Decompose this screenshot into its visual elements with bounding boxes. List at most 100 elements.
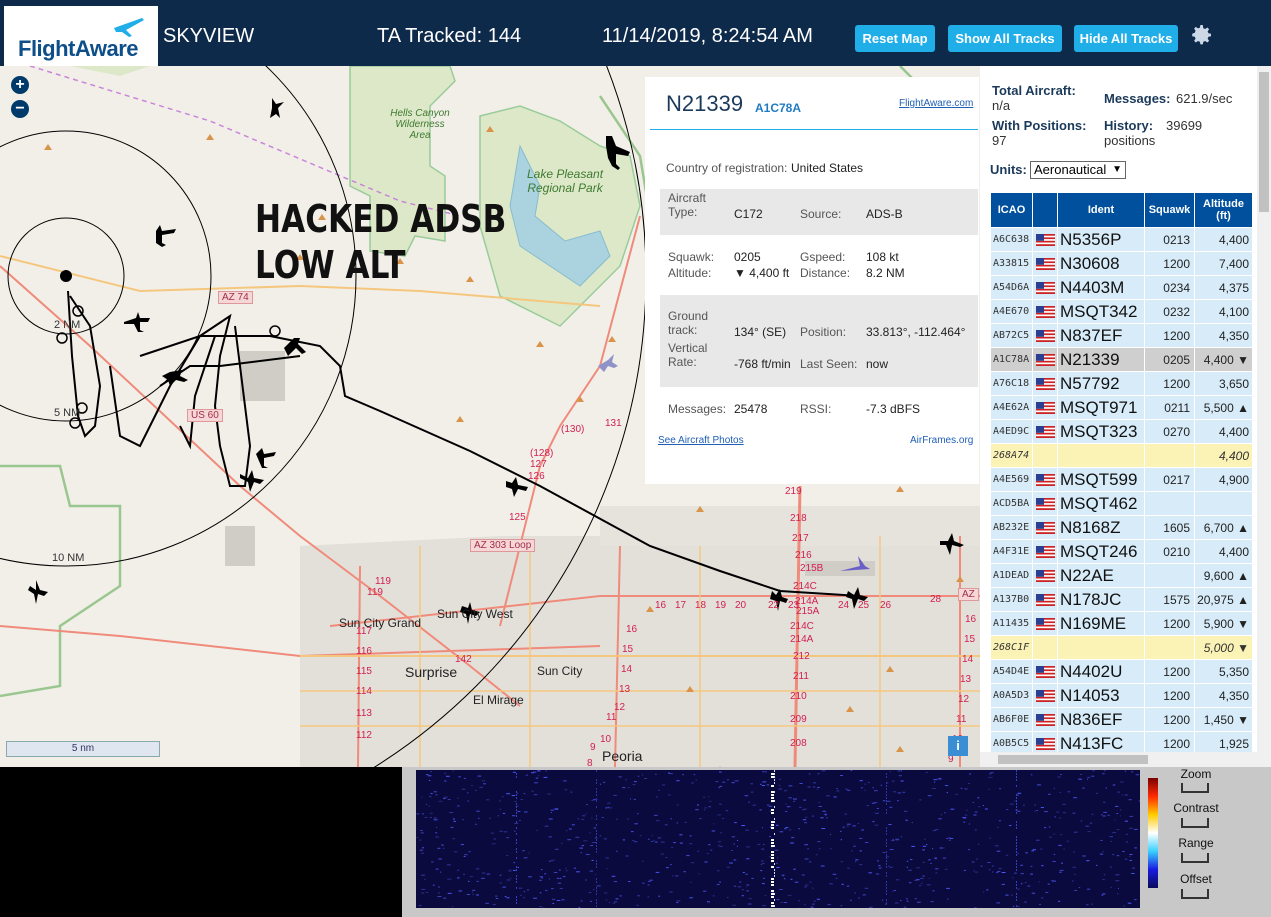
column-header-altitude[interactable]: Altitude (ft) (1194, 192, 1253, 228)
cell-altitude: 7,400 (1194, 251, 1253, 276)
info-icon[interactable]: i (948, 736, 968, 756)
aircraft-photos-link[interactable]: See Aircraft Photos (658, 435, 744, 446)
table-row[interactable]: ACD5BA MSQT462 (990, 491, 1253, 516)
airframes-link[interactable]: AirFrames.org (910, 435, 973, 446)
table-row[interactable]: A137B0 N178JC 1575 20,975 ▲ (990, 587, 1253, 612)
road-number: 211 (793, 671, 809, 682)
cell-altitude: 5,500 ▲ (1194, 395, 1253, 420)
cell-ident: N57792 (1057, 371, 1145, 396)
show-all-tracks-button[interactable]: Show All Tracks (948, 25, 1062, 52)
cell-ident: N14053 (1057, 683, 1145, 708)
table-row[interactable]: AB232E N8168Z 1605 6,700 ▲ (990, 515, 1253, 540)
cell-flag (1032, 251, 1058, 276)
cell-ident (1057, 635, 1145, 660)
cell-flag (1032, 563, 1058, 588)
place-lake-pleasant: Lake Pleasant Regional Park (526, 167, 604, 195)
place-sun-city-grand: Sun City Grand (339, 616, 422, 630)
cell-icao: A1C78A (990, 347, 1033, 372)
us-flag-icon (1035, 618, 1055, 631)
aircraft-sidebar: Total Aircraft: n/a Messages: 621.9/sec … (980, 66, 1271, 767)
position-value: 33.813°, -112.464° (866, 325, 966, 339)
road-number: 126 (528, 471, 545, 482)
table-row[interactable]: AB6F0E N836EF 1200 1,450 ▼ (990, 707, 1253, 732)
spectrum-waterfall[interactable] (416, 770, 1140, 908)
road-number: (128) (530, 448, 554, 459)
us-flag-icon (1035, 306, 1055, 319)
table-row[interactable]: A1C78A N21339 0205 4,400 ▼ (990, 347, 1253, 372)
cell-squawk: 1200 (1144, 683, 1195, 708)
table-row[interactable]: A11435 N169ME 1200 5,900 ▼ (990, 611, 1253, 636)
table-row[interactable]: A4E62A MSQT971 0211 5,500 ▲ (990, 395, 1253, 420)
table-row[interactable]: A54D4E N4402U 1200 5,350 (990, 659, 1253, 684)
table-row[interactable]: 268C1F 5,000 ▼ (990, 635, 1253, 660)
contrast-slider[interactable] (1181, 816, 1209, 828)
road-number: 23 (788, 600, 800, 611)
with-positions-value: 97 (992, 133, 1007, 148)
column-header-squawk[interactable]: Squawk (1144, 192, 1195, 228)
cell-squawk (1144, 635, 1195, 660)
table-row[interactable]: A4ED9C MSQT323 0270 4,400 (990, 419, 1253, 444)
table-row[interactable]: A1DEAD N22AE 9,600 ▲ (990, 563, 1253, 588)
cell-squawk: 0213 (1144, 227, 1195, 252)
cell-ident: N22AE (1057, 563, 1145, 588)
cell-squawk: 1605 (1144, 515, 1195, 540)
road-number: 22 (768, 600, 780, 611)
us-flag-icon (1035, 234, 1055, 247)
zoom-in-button[interactable]: + (11, 76, 29, 94)
road-number: 15 (964, 634, 976, 645)
sidebar-horizontal-scrollbar[interactable] (980, 752, 1257, 767)
flightaware-link[interactable]: FlightAware.com (899, 98, 973, 109)
cell-flag (1032, 227, 1058, 252)
table-row[interactable]: A4F31E MSQT246 0210 4,400 (990, 539, 1253, 564)
selected-icao[interactable]: A1C78A (755, 101, 801, 115)
reset-map-button[interactable]: Reset Map (855, 25, 935, 52)
last-seen-value: now (866, 357, 889, 371)
zoom-out-button[interactable]: − (11, 100, 29, 118)
road-number: 20 (735, 600, 747, 611)
cell-flag (1032, 683, 1058, 708)
column-header-icao[interactable]: ICAO (990, 192, 1033, 228)
table-row[interactable]: A6C638 N5356P 0213 4,400 (990, 227, 1253, 252)
table-row[interactable]: A4E569 MSQT599 0217 4,900 (990, 467, 1253, 492)
cell-ident: N8168Z (1057, 515, 1145, 540)
table-row[interactable]: A0A5D3 N14053 1200 4,350 (990, 683, 1253, 708)
table-row[interactable]: 268A74 4,400 (990, 443, 1253, 468)
us-flag-icon (1035, 378, 1055, 391)
cell-altitude: 4,400 (1194, 419, 1253, 444)
rssi-value: -7.3 dBFS (866, 402, 921, 416)
cell-altitude: 4,400 ▼ (1194, 347, 1253, 372)
cell-altitude: 4,400 (1194, 539, 1253, 564)
gear-icon[interactable] (1190, 23, 1214, 47)
scrollbar-thumb[interactable] (1259, 72, 1269, 212)
cell-flag (1032, 419, 1058, 444)
flightaware-logo[interactable]: FlightAware (4, 6, 158, 66)
scrollbar-thumb[interactable] (998, 755, 1148, 764)
us-flag-icon (1035, 402, 1055, 415)
us-flag-icon (1035, 426, 1055, 439)
cell-flag (1032, 371, 1058, 396)
offset-slider[interactable] (1181, 887, 1209, 899)
sidebar-vertical-scrollbar[interactable] (1257, 66, 1271, 767)
table-row[interactable]: A54D6A N4403M 0234 4,375 (990, 275, 1253, 300)
hide-all-tracks-button[interactable]: Hide All Tracks (1074, 25, 1178, 52)
cell-icao: AB232E (990, 515, 1033, 540)
units-select[interactable]: Aeronautical ▼ (1030, 161, 1126, 179)
zoom-slider[interactable] (1181, 781, 1209, 793)
cell-altitude: 4,375 (1194, 275, 1253, 300)
table-row[interactable]: AB72C5 N837EF 1200 4,350 (990, 323, 1253, 348)
range-slider[interactable] (1181, 851, 1209, 863)
table-row[interactable]: A33815 N30608 1200 7,400 (990, 251, 1253, 276)
cell-flag (1032, 659, 1058, 684)
road-number: 14 (962, 654, 974, 665)
cell-ident: N4403M (1057, 275, 1145, 300)
column-header-ident[interactable]: Ident (1057, 192, 1145, 228)
cell-altitude: 20,975 ▲ (1194, 587, 1253, 612)
cell-icao: A0A5D3 (990, 683, 1033, 708)
road-label-us60: US 60 (187, 409, 223, 422)
logo-text: FlightAware (18, 36, 139, 61)
cell-flag (1032, 299, 1058, 324)
column-header-flag[interactable] (1032, 192, 1058, 228)
table-row[interactable]: A4E670 MSQT342 0232 4,100 (990, 299, 1253, 324)
table-row[interactable]: A76C18 N57792 1200 3,650 (990, 371, 1253, 396)
place-sun-city-west: Sun City West (437, 607, 513, 621)
